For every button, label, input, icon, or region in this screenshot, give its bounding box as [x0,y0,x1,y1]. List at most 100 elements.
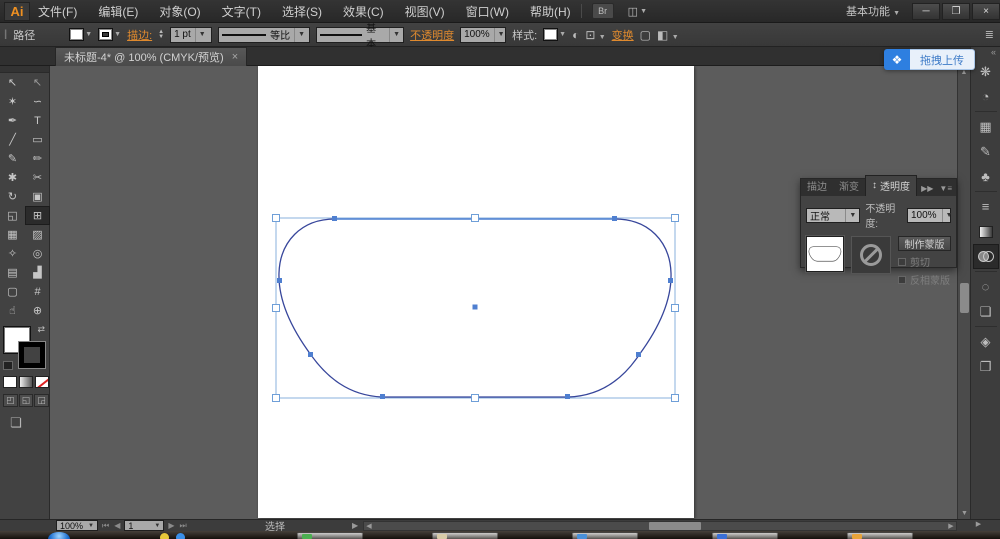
fill-color-swatch[interactable] [69,28,84,41]
selection-tool[interactable]: ↖ [0,73,25,92]
taskbar-icon[interactable] [160,533,169,539]
drag-upload-overlay[interactable]: ❖ 拖拽上传 [884,49,975,70]
workspace-switcher[interactable]: 基本功能 ▼ [846,3,900,19]
invert-mask-checkbox[interactable]: 反相蒙版 [898,272,951,287]
panel-menu-icon[interactable]: ▼≡ [939,184,952,193]
expand-panels-icon[interactable]: « [971,47,1000,59]
pen-tool[interactable]: ✒ [0,111,25,130]
panel-opacity-field[interactable]: 100%▼ [907,208,951,223]
stroke-panel-link[interactable]: 描边: [127,27,152,43]
canvas-area[interactable] [50,66,957,519]
mesh-tool[interactable]: ▦ [0,225,25,244]
menu-help[interactable]: 帮助(H) [530,3,571,20]
horizontal-scrollbar[interactable]: ◀ ▶ [363,521,957,531]
blob-brush-tool[interactable]: ✱ [0,168,25,187]
panel-collapse-icon[interactable]: ▶▶ [921,184,933,193]
taskbar-app-button[interactable] [572,532,638,539]
start-button[interactable] [48,532,70,539]
minimize-button[interactable]: ─ [912,3,940,20]
variable-width-profile-select[interactable]: 等比▼ [218,27,310,43]
select-similar-objects-icon[interactable]: ◧ ▼ [657,28,679,42]
first-artboard-icon[interactable]: ⏮ [102,521,109,531]
color-guide-panel-button[interactable]: ◔ [973,84,999,109]
object-thumbnail[interactable] [806,236,844,272]
color-mode-button[interactable] [3,376,17,388]
next-artboard-icon[interactable]: ▶ [168,521,174,531]
blend-mode-select[interactable]: 正常▼ [806,208,860,223]
control-panel-menu-icon[interactable]: ≣ [985,28,994,41]
document-setup-icon[interactable]: ◐ [572,28,579,42]
close-button[interactable]: × [972,3,1000,20]
direct-selection-tool[interactable]: ↖ [25,73,50,92]
slice-tool[interactable]: # [25,282,50,301]
scissors-tool[interactable]: ✂ [25,168,50,187]
stroke-color-swatch[interactable] [98,28,113,41]
opacity-panel-link[interactable]: 不透明度 [410,27,454,43]
fill-color-control[interactable]: ▼ [69,28,92,41]
taskbar-app-button[interactable] [297,532,363,539]
taskbar-icon[interactable] [176,533,185,539]
menu-window[interactable]: 窗口(W) [466,3,509,20]
restore-button[interactable]: ❐ [942,3,970,20]
draw-inside-button[interactable]: ◲ [34,394,49,407]
status-bar-expand-icon[interactable]: ▶ [352,521,358,530]
scroll-left-icon[interactable]: ◀ [364,522,374,530]
stroke-weight-stepper[interactable]: ▲▼ [158,30,164,40]
none-mode-button[interactable] [35,376,49,388]
symbols-panel-button[interactable]: ♣ [973,164,999,189]
magic-wand-tool[interactable]: ✶ [0,92,25,111]
taskbar-app-button[interactable] [712,532,778,539]
last-artboard-icon[interactable]: ⏭ [180,521,187,531]
tab-stroke[interactable]: 描边 [801,176,833,196]
tools-panel-header[interactable] [0,66,49,73]
graphic-style-swatch[interactable] [543,28,558,41]
menu-view[interactable]: 视图(V) [405,3,445,20]
layers-panel-button[interactable]: ◈ [973,329,999,354]
document-tab[interactable]: 未标题-4* @ 100% (CMYK/预览) × [55,47,247,66]
stroke-panel-button[interactable]: ≡ [973,194,999,219]
taskbar-app-button[interactable] [432,532,498,539]
pencil-tool[interactable]: ✏ [25,149,50,168]
swatches-panel-button[interactable]: ▦ [973,114,999,139]
menu-effect[interactable]: 效果(C) [343,3,384,20]
previous-artboard-icon[interactable]: ◀ [114,521,120,531]
opacity-field[interactable]: 100%▼ [460,27,506,43]
clip-checkbox[interactable]: 剪切 [898,254,951,269]
paintbrush-tool[interactable]: ✎ [0,149,25,168]
rotate-tool[interactable]: ↻ [0,187,25,206]
gradient-panel-button[interactable] [973,219,999,244]
menu-select[interactable]: 选择(S) [282,3,322,20]
vertical-scrollbar[interactable]: ▲ ▼ [957,66,970,519]
blend-tool[interactable]: ◎ [25,244,50,263]
tab-gradient[interactable]: 渐变 [833,176,865,196]
selected-shape-overlay[interactable] [50,66,957,519]
lasso-tool[interactable]: ∽ [25,92,50,111]
close-tab-icon[interactable]: × [232,51,238,63]
type-tool[interactable]: T [25,111,50,130]
mask-thumbnail[interactable] [851,236,891,274]
eyedropper-tool[interactable]: ✧ [0,244,25,263]
color-panel-button[interactable]: ❋ [973,59,999,84]
artboards-panel-button[interactable]: ❐ [973,354,999,379]
line-segment-tool[interactable]: ╱ [0,130,25,149]
rectangle-tool[interactable]: ▭ [25,130,50,149]
transparency-panel-button[interactable] [973,244,999,269]
transform-panel-link[interactable]: 变换 [612,27,634,43]
zoom-level-select[interactable]: 100%▼ [56,520,98,531]
gradient-tool[interactable]: ▨ [25,225,50,244]
default-fill-stroke-icon[interactable] [3,361,13,370]
isolate-selected-object-icon[interactable]: ▢ [640,28,651,42]
brush-definition-select[interactable]: 基本▼ [316,27,404,43]
hand-tool[interactable]: ☝ [0,301,25,320]
scroll-right-icon[interactable]: ▶ [946,522,956,530]
brushes-panel-button[interactable]: ✎ [973,139,999,164]
draw-normal-button[interactable]: ◰ [3,394,18,407]
draw-behind-button[interactable]: ◱ [19,394,34,407]
symbol-sprayer-tool[interactable]: ▤ [0,263,25,282]
artboard-tool[interactable]: ▢ [0,282,25,301]
align-options-icon[interactable]: ⊡ ▼ [585,28,605,42]
artboard-number-field[interactable]: 1▼ [124,520,164,531]
arrange-documents-button[interactable]: ◫▼ [628,5,647,18]
stroke-color-control[interactable]: ▼ [98,28,121,41]
perspective-grid-tool[interactable]: ⊞ [25,206,50,225]
